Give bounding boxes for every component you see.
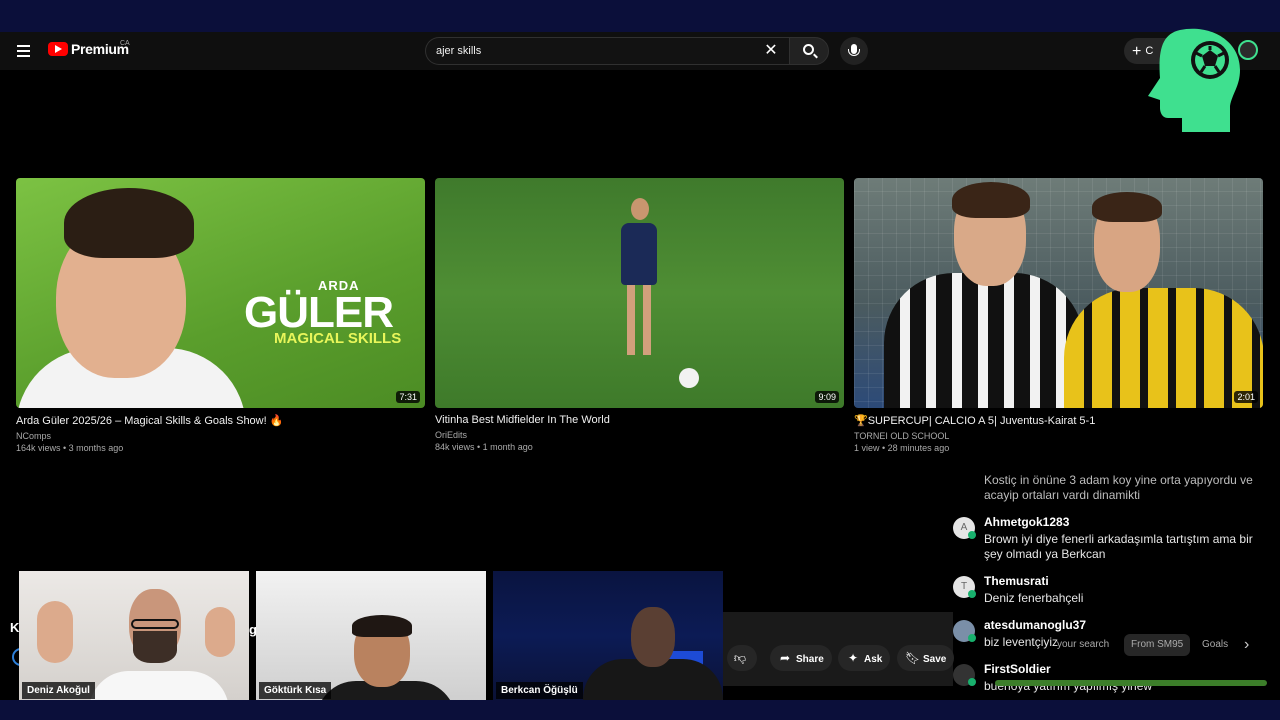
video-thumbnail[interactable]: 9:09 <box>435 178 844 408</box>
chip-goals[interactable]: Goals <box>1195 634 1235 656</box>
clear-icon[interactable]: ✕ <box>761 41 781 61</box>
bookmark-icon: 🔖︎ <box>905 651 921 665</box>
thumb-text-sub: MAGICAL SKILLS <box>274 330 402 347</box>
video-meta: 84k views • 1 month ago <box>435 442 533 452</box>
sparkle-icon: ✦ <box>847 651 859 665</box>
dislike-button[interactable]: 👎︎ <box>727 645 757 671</box>
chip-from-channel[interactable]: From SM95 <box>1124 634 1191 656</box>
ask-button[interactable]: ✦ Ask <box>838 645 891 671</box>
chip-your-search[interactable]: your search <box>1050 634 1116 656</box>
webcam-name: Berkcan Öğüşlü <box>496 682 583 699</box>
dislike-icon: 👎︎ <box>733 651 747 665</box>
video-card[interactable]: 9:09 Vitinha Best Midfielder In The Worl… <box>435 178 844 452</box>
video-meta: 1 view • 28 minutes ago <box>854 443 950 453</box>
region-code: CA <box>120 40 130 47</box>
bottom-band <box>0 700 1280 720</box>
video-thumbnail[interactable]: ARDA GÜLER MAGICAL SKILLS 7:31 <box>16 178 425 408</box>
webcam-name: Göktürk Kısa <box>259 682 332 699</box>
video-card[interactable]: ARDA GÜLER MAGICAL SKILLS 7:31 Arda Güle… <box>16 178 425 453</box>
chat-message-text: Brown iyi diye fenerli arkadaşımla tartı… <box>984 532 1253 561</box>
share-label: Share <box>796 654 824 665</box>
video-channel[interactable]: TORNEI OLD SCHOOL <box>854 431 1263 441</box>
video-title[interactable]: Arda Güler 2025/26 – Magical Skills & Go… <box>16 414 425 427</box>
top-band <box>0 0 1280 32</box>
share-button[interactable]: ➦ Share <box>770 645 832 671</box>
mic-icon <box>848 44 860 56</box>
search-value: ajer skills <box>436 45 482 57</box>
voice-search-button[interactable] <box>840 37 868 65</box>
search-icon <box>803 44 814 55</box>
youtube-logo-icon <box>48 42 68 56</box>
video-duration: 2:01 <box>1234 391 1258 403</box>
youtube-logo[interactable]: Premium <box>48 41 129 57</box>
search-button[interactable] <box>789 37 829 65</box>
video-duration: 7:31 <box>396 391 420 403</box>
menu-icon[interactable] <box>12 39 36 63</box>
video-channel[interactable]: OriEdits <box>435 430 844 440</box>
video-card[interactable]: 2:01 🏆SUPERCUP| CALCIO A 5| Juventus-Kai… <box>854 178 1263 453</box>
video-duration: 9:09 <box>815 391 839 403</box>
chat-username: FirstSoldier <box>984 662 1051 676</box>
soccer-head-logo-icon <box>1148 28 1240 132</box>
masthead: Premium CA ajer skills ✕ + C <box>0 32 1280 70</box>
chat-badge-icon <box>968 590 976 598</box>
chat-badge-icon <box>968 678 976 686</box>
webcam-name: Deniz Akoğul <box>22 682 95 699</box>
chat-input-bar <box>995 680 1267 686</box>
search-input[interactable]: ajer skills ✕ <box>425 37 789 65</box>
webcam-feed: Berkcan Öğüşlü <box>493 571 723 701</box>
chat-username: Ahmetgok1283 <box>984 515 1070 529</box>
chat-message-text: Deniz fenerbahçeli <box>984 591 1084 605</box>
chat-badge-icon <box>968 531 976 539</box>
chat-username: Themusrati <box>984 574 1049 588</box>
chat-username: atesdumanoglu37 <box>984 618 1087 632</box>
share-icon: ➦ <box>779 651 791 665</box>
video-title[interactable]: 🏆SUPERCUP| CALCIO A 5| Juventus-Kairat 5… <box>854 414 1263 427</box>
webcam-feed: Göktürk Kısa <box>256 571 486 701</box>
save-label: Save <box>923 654 947 665</box>
video-thumbnail[interactable]: 2:01 <box>854 178 1263 408</box>
live-chat-overlay: Kostiç in önüne 3 adam koy yine orta yap… <box>945 460 1267 700</box>
video-title[interactable]: Vitinha Best Midfielder In The World <box>435 414 844 426</box>
ask-label: Ask <box>864 654 883 665</box>
video-channel[interactable]: NComps <box>16 431 425 441</box>
chevron-right-icon[interactable]: › <box>1244 634 1260 656</box>
video-meta: 164k views • 3 months ago <box>16 443 124 453</box>
chat-badge-icon <box>968 634 976 642</box>
partial-text-left: K <box>10 620 20 635</box>
chat-message-text: Kostiç in önüne 3 adam koy yine orta yap… <box>984 473 1253 502</box>
webcam-feed: Deniz Akoğul <box>19 571 249 701</box>
